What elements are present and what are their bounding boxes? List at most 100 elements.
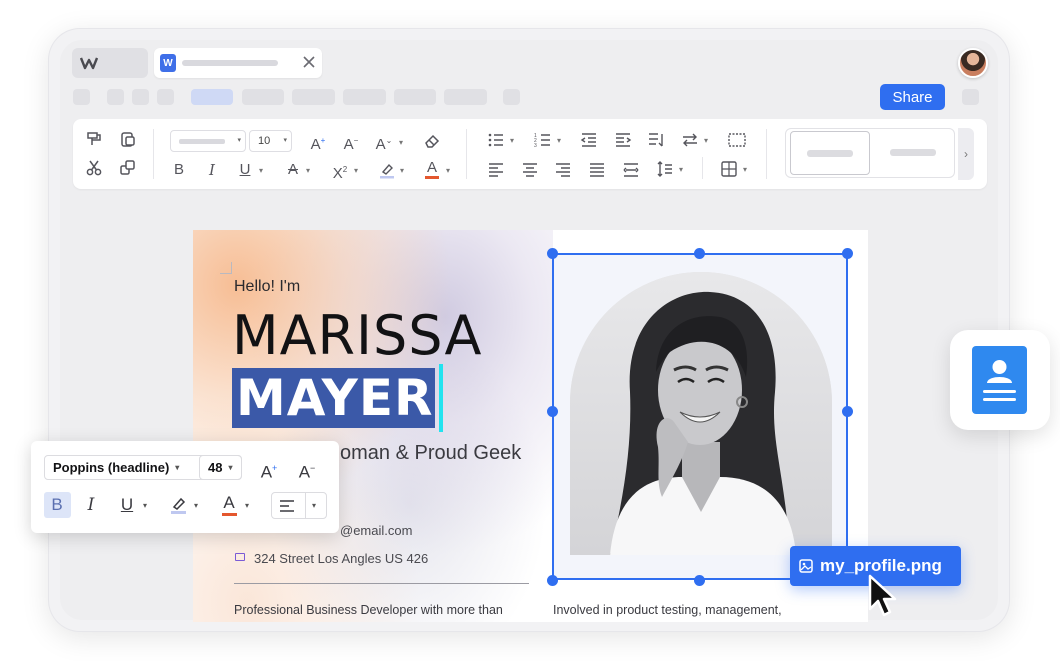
columns-icon[interactable]	[727, 130, 747, 150]
align-center-icon[interactable]	[520, 159, 540, 179]
decrease-font-icon[interactable]: A−	[341, 131, 361, 153]
highlight-icon[interactable]	[377, 160, 397, 180]
italic-icon[interactable]: I	[78, 492, 104, 518]
menu-item[interactable]	[503, 89, 520, 105]
resize-handle-left[interactable]	[547, 406, 558, 417]
svg-text:3: 3	[534, 143, 537, 149]
resize-handle-top[interactable]	[694, 248, 705, 259]
menu-item[interactable]	[132, 89, 149, 105]
toolbar-divider	[766, 129, 767, 179]
margin-corner-mark	[220, 262, 232, 274]
wps-logo-icon	[80, 57, 98, 70]
cut-icon[interactable]	[84, 158, 104, 178]
resize-handle-bottom-left[interactable]	[547, 575, 558, 586]
eraser-icon[interactable]	[422, 131, 442, 151]
highlight-icon[interactable]	[168, 494, 190, 516]
bold-icon[interactable]: B	[44, 492, 70, 518]
resize-handle-bottom[interactable]	[694, 575, 705, 586]
contact-document-icon	[972, 346, 1027, 414]
distributed-icon[interactable]	[621, 159, 641, 179]
highlight-dropdown[interactable]: ▾	[194, 501, 198, 510]
align-dropdown[interactable]: ▾	[271, 492, 327, 519]
bold-icon[interactable]: B	[169, 160, 189, 180]
align-right-icon[interactable]	[553, 159, 573, 179]
tagline-text[interactable]: oman & Proud Geek	[340, 442, 521, 465]
toolbar-divider	[153, 129, 154, 179]
writer-doc-icon: W	[160, 54, 176, 72]
underline-icon[interactable]: U	[114, 492, 140, 518]
email-text[interactable]: @email.com	[340, 523, 412, 538]
toolbar-divider	[702, 157, 703, 179]
profile-photo[interactable]	[570, 272, 832, 555]
superscript-dropdown[interactable]: ▾	[354, 166, 358, 175]
menu-tab[interactable]	[242, 89, 284, 105]
line-spacing-icon[interactable]	[655, 159, 675, 179]
last-name-heading[interactable]: MAYER	[236, 368, 434, 428]
decrease-font-icon[interactable]: A−	[294, 455, 320, 482]
font-size-dropdown[interactable]: 48 ▾	[199, 455, 242, 480]
strikethrough-dropdown[interactable]: ▾	[306, 166, 310, 175]
decrease-indent-icon[interactable]	[579, 130, 599, 150]
style-preset[interactable]	[874, 131, 952, 175]
numbering-dropdown[interactable]: ▾	[557, 136, 561, 145]
font-color-swatch	[222, 513, 237, 516]
paste-icon[interactable]	[118, 129, 138, 149]
font-family-value: Poppins (headline)	[53, 460, 170, 475]
strikethrough-icon[interactable]: A	[283, 160, 303, 180]
justify-icon[interactable]	[587, 159, 607, 179]
resize-handle-top-right[interactable]	[842, 248, 853, 259]
first-name-heading[interactable]: MARISSA	[232, 306, 482, 366]
menu-tab-home[interactable]	[191, 89, 233, 105]
increase-font-icon[interactable]: A+	[308, 131, 328, 153]
superscript-icon[interactable]: X2	[330, 160, 350, 182]
chevron-right-icon[interactable]: ›	[958, 128, 974, 180]
font-color-dropdown[interactable]: ▾	[245, 501, 249, 510]
menu-tab[interactable]	[444, 89, 487, 105]
text-direction-dropdown[interactable]: ▾	[704, 136, 708, 145]
close-icon[interactable]	[300, 54, 318, 72]
menu-item[interactable]	[157, 89, 174, 105]
borders-icon[interactable]	[719, 159, 739, 179]
borders-dropdown[interactable]: ▾	[743, 165, 747, 174]
menu-tab[interactable]	[394, 89, 436, 105]
align-left-icon[interactable]	[486, 159, 506, 179]
share-button[interactable]: Share	[880, 84, 945, 110]
highlight-dropdown[interactable]: ▾	[400, 166, 404, 175]
numbering-icon[interactable]: 123	[533, 130, 553, 150]
copy-icon[interactable]	[118, 158, 138, 178]
font-color-icon[interactable]: A	[422, 158, 442, 178]
user-avatar[interactable]	[958, 48, 988, 78]
menu-tab[interactable]	[292, 89, 335, 105]
resize-handle-right[interactable]	[842, 406, 853, 417]
style-preset[interactable]	[790, 131, 870, 175]
underline-dropdown[interactable]: ▾	[143, 501, 147, 510]
menu-item[interactable]	[107, 89, 124, 105]
bullets-icon[interactable]	[486, 130, 506, 150]
increase-font-icon[interactable]: A+	[256, 455, 282, 482]
menu-item[interactable]	[73, 89, 90, 105]
sort-icon[interactable]	[646, 130, 666, 150]
change-case-dropdown[interactable]: ▾	[399, 138, 403, 147]
line-spacing-dropdown[interactable]: ▾	[679, 165, 683, 174]
change-case-icon[interactable]: A⌄	[374, 131, 394, 153]
underline-icon[interactable]: U	[235, 160, 255, 180]
align-left-icon	[280, 500, 294, 512]
more-menu[interactable]	[962, 89, 979, 105]
italic-icon[interactable]: I	[202, 160, 222, 180]
font-size-value: 10	[258, 135, 271, 147]
increase-indent-icon[interactable]	[613, 130, 633, 150]
resize-handle-top-left[interactable]	[547, 248, 558, 259]
bullets-dropdown[interactable]: ▾	[510, 136, 514, 145]
address-text[interactable]: 324 Street Los Angles US 426	[254, 551, 428, 566]
underline-dropdown[interactable]: ▾	[259, 166, 263, 175]
app-home-tab[interactable]	[72, 48, 148, 78]
summary-text[interactable]: Professional Business Developer with mor…	[234, 603, 503, 617]
greeting-text[interactable]: Hello! I'm	[234, 278, 300, 296]
font-size-select[interactable]: 10 ▾	[249, 130, 292, 152]
text-direction-icon[interactable]	[680, 130, 700, 150]
font-color-dropdown[interactable]: ▾	[446, 166, 450, 175]
format-painter-icon[interactable]	[84, 129, 104, 149]
menu-tab[interactable]	[343, 89, 386, 105]
font-family-select[interactable]: ▾	[170, 130, 246, 152]
experience-text[interactable]: Involved in product testing, management,	[553, 603, 782, 617]
